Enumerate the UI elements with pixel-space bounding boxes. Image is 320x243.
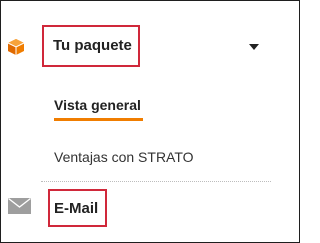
envelope-icon (8, 197, 31, 214)
email-label: E-Mail (54, 200, 99, 217)
nav-item-package[interactable]: Tu paquete (1, 1, 299, 91)
sub-item-ventajas[interactable]: Ventajas con STRATO (54, 149, 194, 165)
box-icon (7, 38, 25, 56)
active-underline (54, 118, 143, 121)
package-label: Tu paquete (53, 37, 132, 54)
sub-item-vista-general[interactable]: Vista general (54, 97, 141, 113)
nav-item-email[interactable]: E-Mail (1, 182, 299, 242)
navigation-panel: Tu paquete Vista general Ventajas con ST… (0, 0, 300, 243)
caret-down-icon[interactable] (249, 44, 259, 50)
